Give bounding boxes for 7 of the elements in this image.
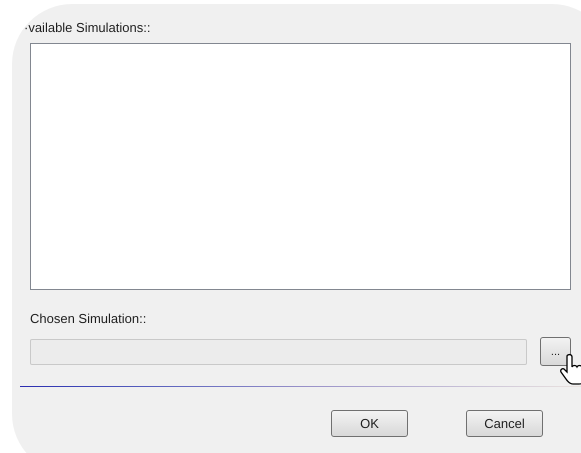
- dialog-button[interactable]: Cancel: [466, 410, 543, 437]
- browse-button[interactable]: ...: [540, 337, 571, 366]
- available-simulations-label: ·vailable Simulations::: [24, 19, 152, 37]
- chosen-simulation-label: Chosen Simulation::: [30, 310, 148, 328]
- simulations-list[interactable]: [30, 43, 571, 290]
- dialog-button[interactable]: OK: [331, 410, 408, 437]
- hand-cursor-icon: [560, 353, 581, 385]
